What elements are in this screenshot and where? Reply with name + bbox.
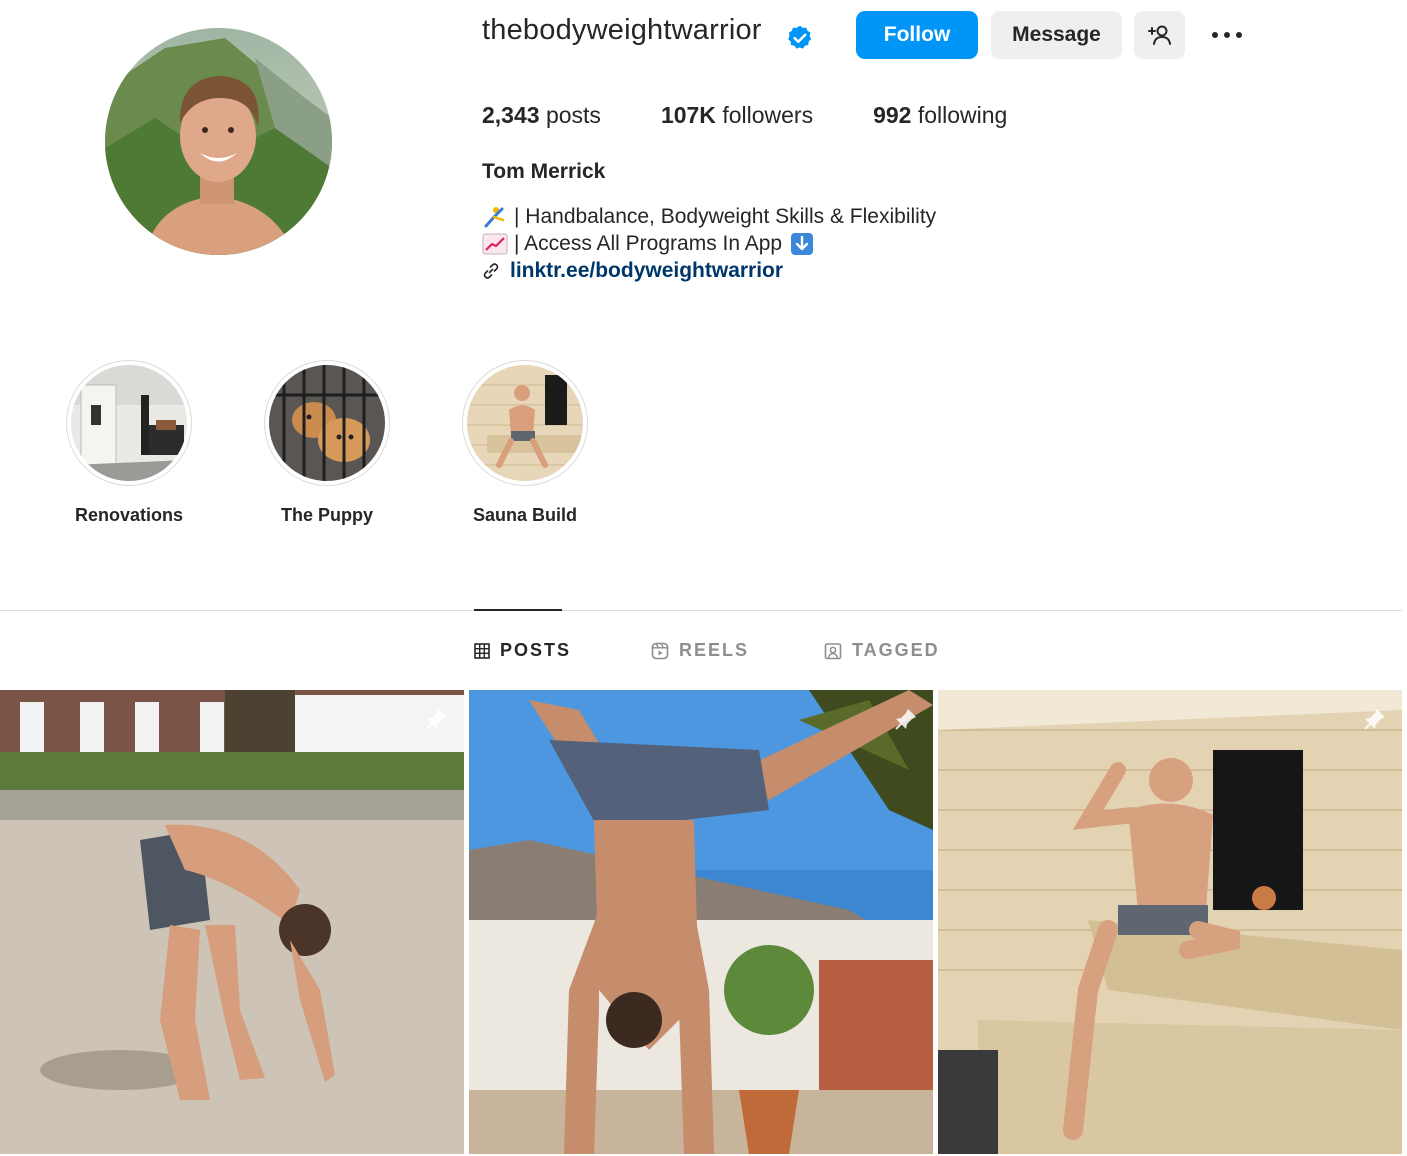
tab-reels-label: REELS: [679, 640, 750, 660]
following-link[interactable]: 992 following: [873, 102, 1007, 129]
bio-line: | Handbalance, Bodyweight Skills & Flexi…: [482, 205, 936, 229]
post-tile[interactable]: [469, 690, 933, 1154]
active-tab-indicator: [474, 609, 562, 611]
reels-icon: [651, 642, 669, 659]
profile-username: thebodyweightwarrior: [482, 14, 762, 46]
posts-count: 2,343 posts: [482, 102, 601, 128]
more-options-icon: [1212, 31, 1242, 38]
suggest-accounts-button[interactable]: [1134, 11, 1185, 59]
chart-increasing-emoji-icon: [482, 233, 508, 255]
post-tile[interactable]: [938, 690, 1402, 1154]
tabs-divider: [0, 610, 1402, 611]
link-icon: [483, 263, 499, 279]
highlight-ring: [66, 360, 192, 486]
highlight-thumbnail: [71, 365, 187, 481]
highlight-ring: [264, 360, 390, 486]
profile-stats: 2,343 posts 107K followers 992 following: [482, 102, 1067, 129]
post-image-forward-fold: [0, 690, 464, 1154]
follow-button[interactable]: Follow: [856, 11, 978, 59]
add-person-icon: [1147, 25, 1171, 45]
more-options-button[interactable]: [1203, 16, 1251, 54]
down-arrow-emoji-icon: [791, 233, 814, 255]
highlight-renovations[interactable]: Renovations: [39, 360, 219, 526]
pin-icon: [1364, 709, 1385, 730]
bio-link-row: linktr.ee/bodyweightwarrior: [482, 259, 783, 283]
highlight-thumbnail: [467, 365, 583, 481]
tab-posts[interactable]: POSTS: [474, 640, 571, 661]
message-button[interactable]: Message: [991, 11, 1122, 59]
tab-tagged[interactable]: TAGGED: [824, 640, 940, 661]
avatar-image: [105, 28, 332, 255]
bio-line: | Access All Programs In App: [482, 232, 814, 256]
tab-reels[interactable]: REELS: [651, 640, 749, 661]
highlight-ring: [462, 360, 588, 486]
pin-icon: [426, 709, 447, 730]
highlight-the-puppy[interactable]: The Puppy: [237, 360, 417, 526]
verified-badge-icon: [788, 25, 812, 49]
grid-icon: [474, 642, 490, 659]
pin-icon: [895, 709, 916, 730]
highlight-thumbnail: [269, 365, 385, 481]
post-image-sauna: [938, 690, 1402, 1154]
highlight-label: The Puppy: [280, 505, 373, 525]
post-tile[interactable]: [0, 690, 464, 1154]
tagged-icon: [824, 642, 842, 659]
profile-full-name: Tom Merrick: [482, 160, 606, 183]
profile-avatar[interactable]: [105, 28, 332, 255]
gymnast-emoji-icon: [484, 207, 505, 228]
tab-posts-label: POSTS: [500, 640, 572, 660]
highlight-label: Renovations: [74, 505, 184, 525]
highlight-label: Sauna Build: [472, 505, 577, 525]
post-image-handstand: [469, 690, 933, 1154]
followers-link[interactable]: 107K followers: [661, 102, 813, 129]
highlight-sauna-build[interactable]: Sauna Build: [435, 360, 615, 526]
external-link[interactable]: linktr.ee/bodyweightwarrior: [510, 259, 783, 283]
tab-tagged-label: TAGGED: [852, 640, 940, 660]
